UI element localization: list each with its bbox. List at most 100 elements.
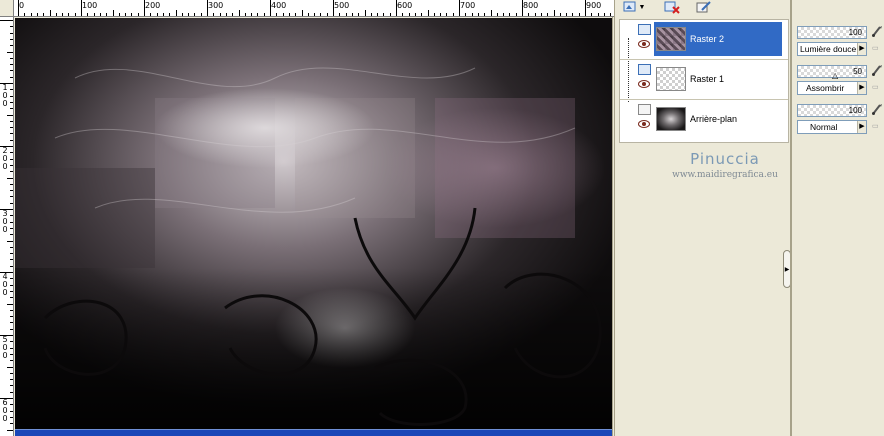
blend-mode-select[interactable]: Normal ▶ xyxy=(797,120,867,134)
ruler-tick xyxy=(10,265,13,267)
ruler-tick xyxy=(288,13,290,16)
layer-row-raster-1[interactable]: Raster 1 xyxy=(620,60,788,98)
ruler-tick xyxy=(496,13,498,16)
layer-name: Arrière-plan xyxy=(690,114,738,124)
lock-icon[interactable]: ▭ xyxy=(872,122,879,130)
ruler-tick xyxy=(24,13,26,16)
ruler-tick xyxy=(7,51,13,53)
ruler-tick xyxy=(257,13,259,16)
brush-icon[interactable] xyxy=(871,64,883,80)
ruler-tick xyxy=(10,423,13,425)
layer-thumbnail xyxy=(656,27,686,51)
ruler-tick xyxy=(578,13,580,16)
eye-icon[interactable] xyxy=(638,40,650,51)
layer-row-background[interactable]: Arrière-plan xyxy=(620,100,788,138)
ruler-top-label: 600 xyxy=(397,1,413,10)
ruler-tick xyxy=(10,202,13,204)
ruler-tick xyxy=(320,13,322,16)
ruler-tick xyxy=(7,240,13,242)
ruler-tick xyxy=(49,10,51,16)
horizontal-scrollbar[interactable] xyxy=(15,429,612,436)
ruler-tick xyxy=(7,303,13,305)
ruler-tick xyxy=(591,13,593,16)
ruler-vertical: 1 0 0 2 0 0 3 0 0 4 0 0 5 0 0 6 0 0 xyxy=(0,17,14,436)
ruler-tick xyxy=(10,416,13,418)
ruler-tick xyxy=(74,13,76,16)
layer-label-wrap[interactable]: Raster 1 xyxy=(654,62,782,96)
opacity-slider[interactable]: △ 50 xyxy=(797,65,867,80)
eye-icon[interactable] xyxy=(638,120,650,131)
ruler-tick xyxy=(295,13,297,16)
lock-icon[interactable]: ▭ xyxy=(872,83,879,91)
eye-icon[interactable] xyxy=(638,80,650,91)
ruler-tick xyxy=(10,120,13,122)
dropdown-arrow-icon[interactable]: ▶ xyxy=(857,82,866,94)
dropdown-arrow-icon[interactable]: ▶ xyxy=(857,43,866,55)
ruler-tick xyxy=(459,0,460,16)
ruler-tick xyxy=(446,13,448,16)
ruler-tick xyxy=(112,10,114,16)
lock-icon[interactable]: ▭ xyxy=(872,44,879,52)
watermark-url: www.maidiregrafica.eu xyxy=(672,170,778,180)
ruler-tick xyxy=(10,353,13,355)
image-canvas[interactable] xyxy=(15,18,612,429)
layer-props-raster-1: △ 50 Assombrir ▶ ▭ xyxy=(795,63,884,101)
layers-list: Raster 2 Raster 1 Arrière-plan xyxy=(619,19,789,143)
ruler-tick xyxy=(0,20,13,21)
delete-layer-icon[interactable] xyxy=(663,0,681,14)
slider-thumb-icon[interactable]: △ xyxy=(832,72,838,80)
ruler-tick xyxy=(10,127,13,129)
layer-label-wrap[interactable]: Arrière-plan xyxy=(654,102,782,136)
ruler-tick xyxy=(509,13,511,16)
ruler-top-label: 400 xyxy=(271,1,287,10)
ruler-tick xyxy=(263,13,265,16)
ruler-tick xyxy=(10,190,13,192)
ruler-tick xyxy=(465,13,467,16)
ruler-tick xyxy=(10,26,13,28)
ruler-tick xyxy=(0,83,13,84)
edit-icon[interactable] xyxy=(695,0,713,14)
ruler-left-label: 5 0 0 xyxy=(2,335,8,360)
ruler-tick xyxy=(175,10,177,16)
ruler-tick xyxy=(345,13,347,16)
ruler-tick xyxy=(10,379,13,381)
ruler-tick xyxy=(10,158,13,160)
blend-mode-select[interactable]: Assombrir ▶ xyxy=(797,81,867,95)
ruler-tick xyxy=(200,13,202,16)
ruler-tick xyxy=(10,215,13,217)
ruler-corner xyxy=(0,0,14,17)
ruler-tick xyxy=(383,13,385,16)
ruler-tick xyxy=(10,297,13,299)
brush-icon[interactable] xyxy=(871,25,883,41)
ruler-tick xyxy=(10,246,13,248)
ruler-tick xyxy=(10,183,13,185)
ruler-tick xyxy=(10,410,13,412)
opacity-value: 50 xyxy=(853,67,862,76)
ruler-tick xyxy=(10,139,13,141)
ruler-tick xyxy=(144,0,145,16)
ruler-tick xyxy=(10,322,13,324)
ruler-tick xyxy=(10,171,13,173)
ruler-tick xyxy=(528,13,530,16)
dropdown-arrow-icon[interactable]: ▶ xyxy=(857,121,866,133)
dropdown-arrow-icon[interactable]: ▼ xyxy=(637,0,647,14)
opacity-slider[interactable]: 100 xyxy=(797,104,867,117)
ruler-tick xyxy=(10,38,13,40)
ruler-tick xyxy=(188,13,190,16)
ruler-tick xyxy=(547,13,549,16)
ruler-tick xyxy=(213,13,215,16)
brush-icon[interactable] xyxy=(871,103,883,119)
ruler-tick xyxy=(572,13,574,16)
ruler-tick xyxy=(251,13,253,16)
opacity-slider[interactable]: 100 xyxy=(797,26,867,39)
ruler-tick xyxy=(150,13,152,16)
ruler-tick xyxy=(10,32,13,34)
ruler-top-label: 500 xyxy=(334,1,350,10)
ruler-tick xyxy=(10,391,13,393)
layer-type-icon xyxy=(638,104,651,115)
blend-mode-select[interactable]: Lumière douce ▶ xyxy=(797,42,867,56)
layer-row-raster-2[interactable]: Raster 2 xyxy=(620,20,788,58)
ruler-tick xyxy=(10,290,13,292)
layer-label-wrap[interactable]: Raster 2 xyxy=(654,22,782,56)
ruler-tick xyxy=(7,177,13,179)
